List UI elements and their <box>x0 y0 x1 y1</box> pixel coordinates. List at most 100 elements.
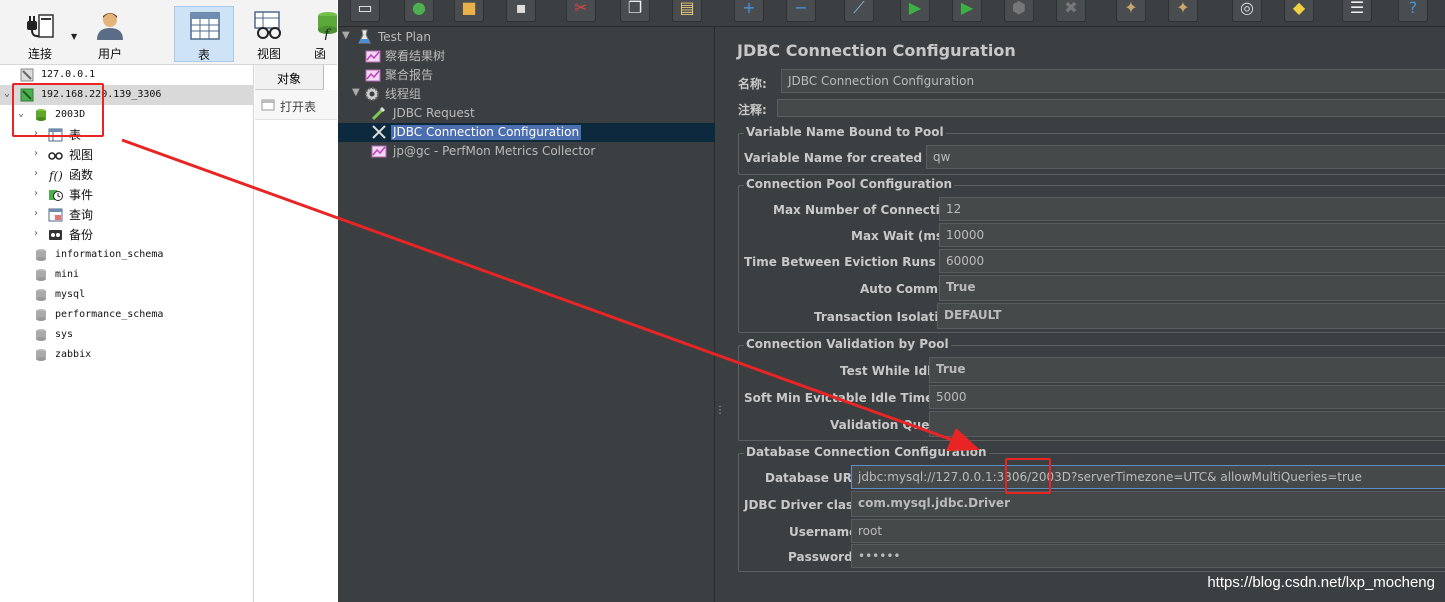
soft-min-input[interactable]: 5000 <box>929 385 1445 409</box>
cut-button[interactable]: ✂ <box>566 0 596 22</box>
wrench-icon <box>372 125 386 139</box>
connection-tree: 127.0.0.1 ⌄ 192.168.220.139_3306 ⌄ 2003D… <box>0 65 254 602</box>
config-form: JDBC Connection Configuration 名称: JDBC C… <box>723 27 1445 602</box>
tree-node-test-plan[interactable]: ▼ Test Plan <box>338 28 715 47</box>
expand-arrow-icon[interactable]: ▼ <box>342 30 350 41</box>
database-item[interactable]: sys <box>0 325 254 345</box>
name-input[interactable]: JDBC Connection Configuration <box>781 69 1445 93</box>
expand-arrow-icon[interactable]: ▼ <box>352 87 360 98</box>
tree-node-view-results[interactable]: 察看结果树 <box>338 47 715 66</box>
save-icon: ▪ <box>515 0 527 17</box>
tree-node-label: Test Plan <box>378 30 431 44</box>
copy-icon: ❐ <box>627 0 643 17</box>
start-no-pauses-button[interactable]: ▶ <box>952 0 982 22</box>
tree-item-views[interactable]: › 视图 <box>0 145 254 165</box>
variable-name-input[interactable]: qw <box>926 145 1445 169</box>
search-button[interactable]: ◎ <box>1232 0 1262 22</box>
highlight-box-url-db <box>1005 458 1051 494</box>
database-item[interactable]: zabbix <box>0 345 254 365</box>
view-button[interactable]: 视图 <box>239 6 299 62</box>
user-button[interactable]: 用户 <box>80 6 140 62</box>
tree-node-jdbc-request[interactable]: JDBC Request <box>338 104 715 123</box>
clear-all-button[interactable]: ✦ <box>1168 0 1198 22</box>
open-folder-icon: ■ <box>461 0 477 17</box>
password-input[interactable]: •••••• <box>851 544 1445 568</box>
expand-all-button[interactable]: + <box>734 0 764 22</box>
connect-button[interactable]: 连接 ▼ <box>10 6 77 62</box>
max-connections-input[interactable]: 12 <box>939 197 1445 221</box>
table-button[interactable]: 表 <box>174 6 234 62</box>
tree-item-queries[interactable]: › 查询 <box>0 205 254 225</box>
tree-node-label: 察看结果树 <box>385 49 446 63</box>
help-button[interactable]: ? <box>1398 0 1428 22</box>
start-button[interactable]: ▶ <box>900 0 930 22</box>
tree-item-backups[interactable]: › 备份 <box>0 225 254 245</box>
new-button[interactable]: ▭ <box>350 0 380 22</box>
username-input[interactable]: root <box>851 519 1445 543</box>
split-divider[interactable]: ⋮ <box>715 27 725 602</box>
eviction-input[interactable]: 60000 <box>939 249 1445 273</box>
driver-class-select[interactable]: com.mysql.jdbc.Driver <box>851 491 1445 517</box>
open-table-icon <box>261 99 275 111</box>
tree-node-perfmon[interactable]: jp@gc - PerfMon Metrics Collector <box>338 142 715 161</box>
function-button[interactable]: f 函 <box>304 6 337 62</box>
jmeter-toolbar: ▭ ● ■ ▪ ✂ ❐ ▤ + − ⟋ ▶ ▶ ⬢ ✖ ✦ ✦ ◎ ◆ ☰ ? <box>338 0 1445 27</box>
tree-node-aggregate-report[interactable]: 聚合报告 <box>338 66 715 85</box>
group-title: Database Connection Configuration <box>744 445 989 459</box>
validation-query-input[interactable] <box>929 411 1445 437</box>
auto-commit-select[interactable]: True <box>939 275 1445 301</box>
jmeter-window: ▭ ● ■ ▪ ✂ ❐ ▤ + − ⟋ ▶ ▶ ⬢ ✖ ✦ ✦ ◎ ◆ ☰ ? … <box>338 0 1445 602</box>
save-button[interactable]: ▪ <box>506 0 536 22</box>
stop-button[interactable]: ⬢ <box>1004 0 1034 22</box>
database-item[interactable]: performance_schema <box>0 305 254 325</box>
tree-item-functions[interactable]: › f() 函数 <box>0 165 254 185</box>
chevron-down-icon[interactable]: ▼ <box>71 32 77 41</box>
max-wait-input[interactable]: 10000 <box>939 223 1445 247</box>
database-item[interactable]: mini <box>0 265 254 285</box>
screenshot-root: 连接 ▼ 用户 表 视图 f 函 127.0.0.1 ⌄ 192.168.220… <box>0 0 1445 602</box>
paste-button[interactable]: ▤ <box>672 0 702 22</box>
tree-node-label: 聚合报告 <box>385 68 434 82</box>
database-url-input[interactable]: jdbc:mysql://127.0.0.1:3306/2003D?server… <box>851 465 1445 489</box>
chevron-right-icon[interactable]: › <box>34 189 44 199</box>
test-idle-select[interactable]: True <box>929 357 1445 383</box>
comments-label: 注释: <box>738 103 767 117</box>
database-label: information_schema <box>55 249 164 260</box>
database-icon <box>36 269 46 281</box>
database-item[interactable]: information_schema <box>0 245 254 265</box>
connection-localhost[interactable]: 127.0.0.1 <box>0 65 254 85</box>
database-icon <box>36 329 46 341</box>
reset-search-button[interactable]: ◆ <box>1284 0 1314 22</box>
connection-label: 127.0.0.1 <box>41 69 96 80</box>
tree-node-thread-group[interactable]: ▼ 线程组 <box>338 85 715 104</box>
copy-button[interactable]: ❐ <box>620 0 650 22</box>
tree-item-events[interactable]: › 事件 <box>0 185 254 205</box>
chevron-right-icon[interactable]: › <box>34 209 44 219</box>
database-label: mysql <box>55 289 86 300</box>
view-label: 视图 <box>256 47 281 61</box>
toggle-button[interactable]: ⟋ <box>844 0 874 22</box>
binoculars-icon: ◎ <box>1240 0 1254 17</box>
chevron-right-icon[interactable]: › <box>34 149 44 159</box>
shutdown-button[interactable]: ✖ <box>1056 0 1086 22</box>
function-helper-button[interactable]: ☰ <box>1342 0 1372 22</box>
tree-node-jdbc-config[interactable]: JDBC Connection Configuration <box>338 123 715 142</box>
open-button[interactable]: ■ <box>454 0 484 22</box>
isolation-select[interactable]: DEFAULT <box>937 303 1445 329</box>
connect-label: 连接 <box>27 47 52 61</box>
database-url-label: Database URL: <box>765 471 865 485</box>
objects-tab[interactable]: 对象 <box>255 65 337 90</box>
database-item[interactable]: mysql <box>0 285 254 305</box>
highlight-box-database <box>12 83 104 137</box>
collapse-all-button[interactable]: − <box>786 0 816 22</box>
clear-button[interactable]: ✦ <box>1116 0 1146 22</box>
tree-node-label: 线程组 <box>385 87 422 101</box>
templates-button[interactable]: ● <box>404 0 434 22</box>
eraser-icon: ◆ <box>1292 0 1306 17</box>
chevron-right-icon[interactable]: › <box>34 169 44 179</box>
comments-input[interactable] <box>777 99 1445 117</box>
open-table-button[interactable]: 打开表 <box>280 98 316 115</box>
chevron-right-icon[interactable]: › <box>34 229 44 239</box>
help-icon: ? <box>1408 0 1418 17</box>
view-icon <box>254 11 281 39</box>
